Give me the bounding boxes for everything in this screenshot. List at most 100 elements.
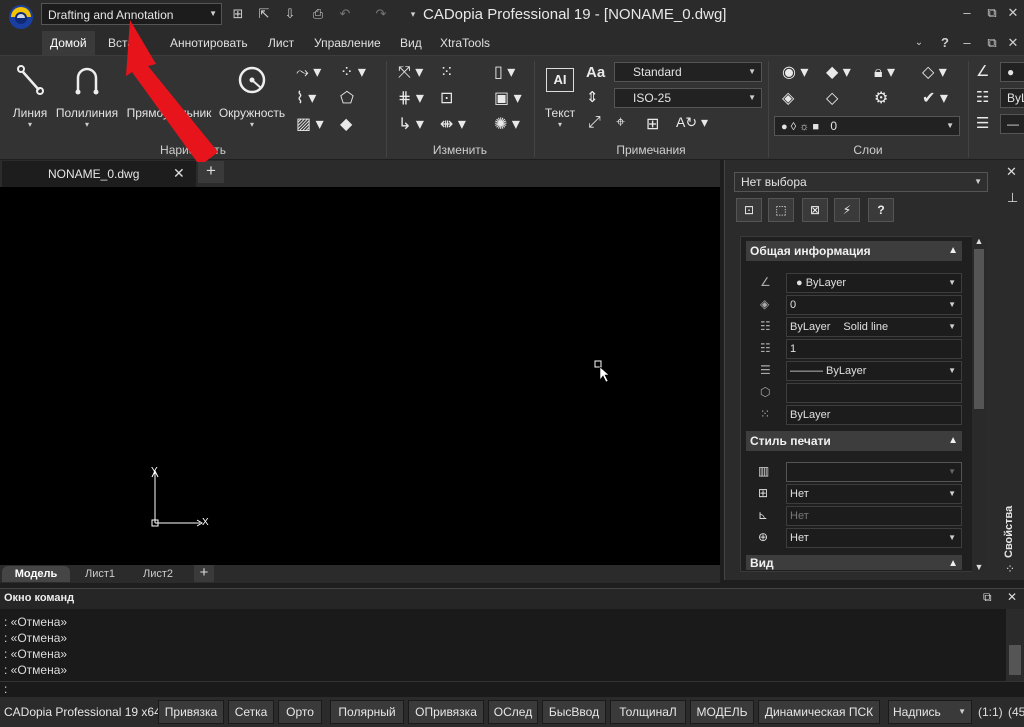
linetype-dropdown[interactable]: ByLay [1000, 88, 1024, 108]
layer-settings-icon[interactable]: ⚙ [874, 88, 888, 108]
palette-settings-icon[interactable]: ⁘ [1005, 562, 1015, 576]
scroll-up-icon[interactable]: ▲ [972, 236, 986, 246]
osnap-toggle[interactable]: ОПривязка [408, 700, 484, 724]
document-tab[interactable]: NONAME_0.dwg ✕ [2, 161, 196, 187]
quick-input-toggle[interactable]: БысВвод [542, 700, 606, 724]
stretch-icon[interactable]: ⇼ ▾ [440, 114, 466, 134]
restore-icon[interactable]: ⧉ [983, 590, 992, 605]
annotation-scale[interactable]: (1:1) [978, 705, 1003, 719]
array-icon[interactable]: ⁙ [440, 62, 453, 82]
layer-properties-icon[interactable]: ◈ [782, 88, 794, 108]
general-section-header[interactable]: Общая информация ▲ [746, 241, 962, 261]
line-tool[interactable]: Линия ▾ [8, 64, 52, 138]
fillet-icon[interactable]: ↳ ▾ [398, 114, 424, 134]
offset-icon[interactable]: ⊡ [440, 88, 453, 108]
lineweight-toggle[interactable]: ТолщинаЛ [610, 700, 686, 724]
multileader-icon[interactable]: ⌖ [616, 114, 625, 132]
selection-dropdown[interactable]: Нет выбора ▼ [734, 172, 988, 192]
pin-icon[interactable]: ⊥ [1007, 190, 1018, 206]
layer-dropdown[interactable]: ● ◊ ☼ ■ 0 ▼ [774, 116, 960, 136]
redo-icon[interactable]: ↷ [372, 5, 390, 23]
close-button[interactable]: ✕ [1004, 4, 1022, 22]
wipeout-icon[interactable]: ◆ [340, 114, 352, 134]
tab-layout[interactable]: Лист [260, 31, 302, 55]
match-properties-icon[interactable]: ∠ [976, 62, 989, 80]
tab-home[interactable]: Домой [42, 31, 95, 55]
region-icon[interactable]: ⬠ [340, 88, 354, 108]
print-style-section-header[interactable]: Стиль печати ▲ [746, 431, 962, 451]
help-icon[interactable]: ? [868, 198, 894, 222]
copy-icon[interactable]: ▯ ▾ [494, 62, 515, 82]
plot-table-dropdown[interactable]: Нет ▼ [786, 484, 962, 504]
toggle-pickadd-icon[interactable]: ⊠ [802, 198, 828, 222]
linetype-icon[interactable]: ☷ [976, 88, 989, 106]
doc-restore-button[interactable]: ⧉ [983, 34, 1001, 52]
doc-close-button[interactable]: ✕ [1004, 34, 1022, 52]
command-input[interactable]: : [0, 681, 1024, 697]
leader-icon[interactable]: ⤢ [588, 114, 601, 132]
transparency-field[interactable]: ByLayer [786, 405, 962, 425]
dynamic-ucs-toggle[interactable]: Динамическая ПСК [758, 700, 880, 724]
tab-xtratools[interactable]: XtraTools [432, 31, 498, 55]
tab-sheet2[interactable]: Лист2 [130, 566, 186, 582]
move-icon[interactable]: ⤧ ▾ [398, 62, 423, 82]
polar-toggle[interactable]: Полярный [330, 700, 404, 724]
close-icon[interactable]: ✕ [1007, 590, 1017, 604]
properties-scrollbar[interactable]: ▲ ▼ [972, 236, 986, 572]
layer-visibility-icon[interactable]: ◉ ▾ [782, 62, 808, 82]
quick-props-icon[interactable]: ⚡ [834, 198, 860, 222]
lineweight-icon[interactable]: ☰ [976, 114, 989, 132]
table-icon[interactable]: ⊞ [646, 114, 659, 134]
plot-type-dropdown[interactable]: Нет ▼ [786, 528, 962, 548]
properties-side-label[interactable]: Свойства [1003, 500, 1021, 558]
minimize-button[interactable]: ‒ [958, 4, 976, 22]
color-dropdown[interactable]: ● [1000, 62, 1024, 82]
otrack-toggle[interactable]: ОСлед [488, 700, 538, 724]
quick-select-icon[interactable]: ⊡ [736, 198, 762, 222]
layer-states-icon[interactable]: ◇ ▾ [922, 62, 947, 82]
text-style-dropdown[interactable]: Standard ▼ [614, 62, 762, 82]
field-icon[interactable]: A↻ ▾ [676, 114, 708, 131]
scale-icon[interactable]: ▣ ▾ [494, 88, 522, 108]
lineweight-dropdown[interactable]: — [1000, 114, 1024, 134]
restore-button[interactable]: ⧉ [983, 4, 1001, 22]
spline-icon[interactable]: ⌇ ▾ [296, 88, 316, 108]
scroll-thumb[interactable] [974, 249, 984, 409]
snap-toggle[interactable]: Привязка [158, 700, 224, 724]
open-file-icon[interactable]: ⇱ [255, 5, 273, 23]
undo-icon[interactable]: ↶ [336, 5, 354, 23]
add-layout-button[interactable]: + [194, 565, 214, 582]
hatch-icon[interactable]: ▨ ▾ [296, 114, 324, 134]
doc-minimize-button[interactable]: ‒ [958, 34, 976, 52]
annotation-dropdown[interactable]: Надпись ▼ [888, 700, 972, 724]
app-logo[interactable] [6, 3, 36, 31]
layer-match-icon[interactable]: ◇ [826, 88, 838, 108]
model-toggle[interactable]: МОДЕЛЬ [690, 700, 754, 724]
linetype-scale-field[interactable]: 1 [786, 339, 962, 359]
save-icon[interactable]: ⇩ [281, 5, 299, 23]
command-scrollbar[interactable] [1006, 609, 1024, 681]
dim-style-dropdown[interactable]: ISO-25 ▼ [614, 88, 762, 108]
color-prop-value[interactable]: ● ByLayer ▼ [786, 273, 962, 293]
text-style-icon[interactable]: Aa [586, 64, 605, 81]
quick-access-dropdown-icon[interactable]: ▾ [404, 5, 422, 23]
tab-view[interactable]: Вид [392, 31, 430, 55]
text-tool[interactable]: AI Текст ▾ [540, 68, 580, 138]
new-tab-button[interactable]: + [198, 161, 224, 183]
scroll-down-icon[interactable]: ▼ [972, 562, 986, 572]
close-icon[interactable]: ✕ [1006, 164, 1017, 180]
drawing-canvas[interactable]: Y X [0, 20, 720, 565]
view-section-header[interactable]: Вид ▲ [746, 555, 962, 570]
layer-check-icon[interactable]: ✔ ▾ [922, 88, 948, 108]
layer-fill-icon[interactable]: ◆ ▾ [826, 62, 851, 82]
polyline-tool[interactable]: Полилиния ▾ [54, 64, 120, 138]
lineweight-prop-value[interactable]: ——— ByLayer ▼ [786, 361, 962, 381]
print-icon[interactable]: ⎙ [309, 5, 327, 23]
dim-style-icon[interactable]: ⇕ [586, 88, 599, 106]
thickness-field[interactable] [786, 383, 962, 403]
tab-model[interactable]: Модель [2, 566, 70, 582]
layer-prop-value[interactable]: 0 ▼ [786, 295, 962, 315]
arc-icon[interactable]: ⤳ ▾ [296, 62, 321, 82]
tab-sheet1[interactable]: Лист1 [72, 566, 128, 582]
plot-style-dropdown[interactable]: ▼ [786, 462, 962, 482]
